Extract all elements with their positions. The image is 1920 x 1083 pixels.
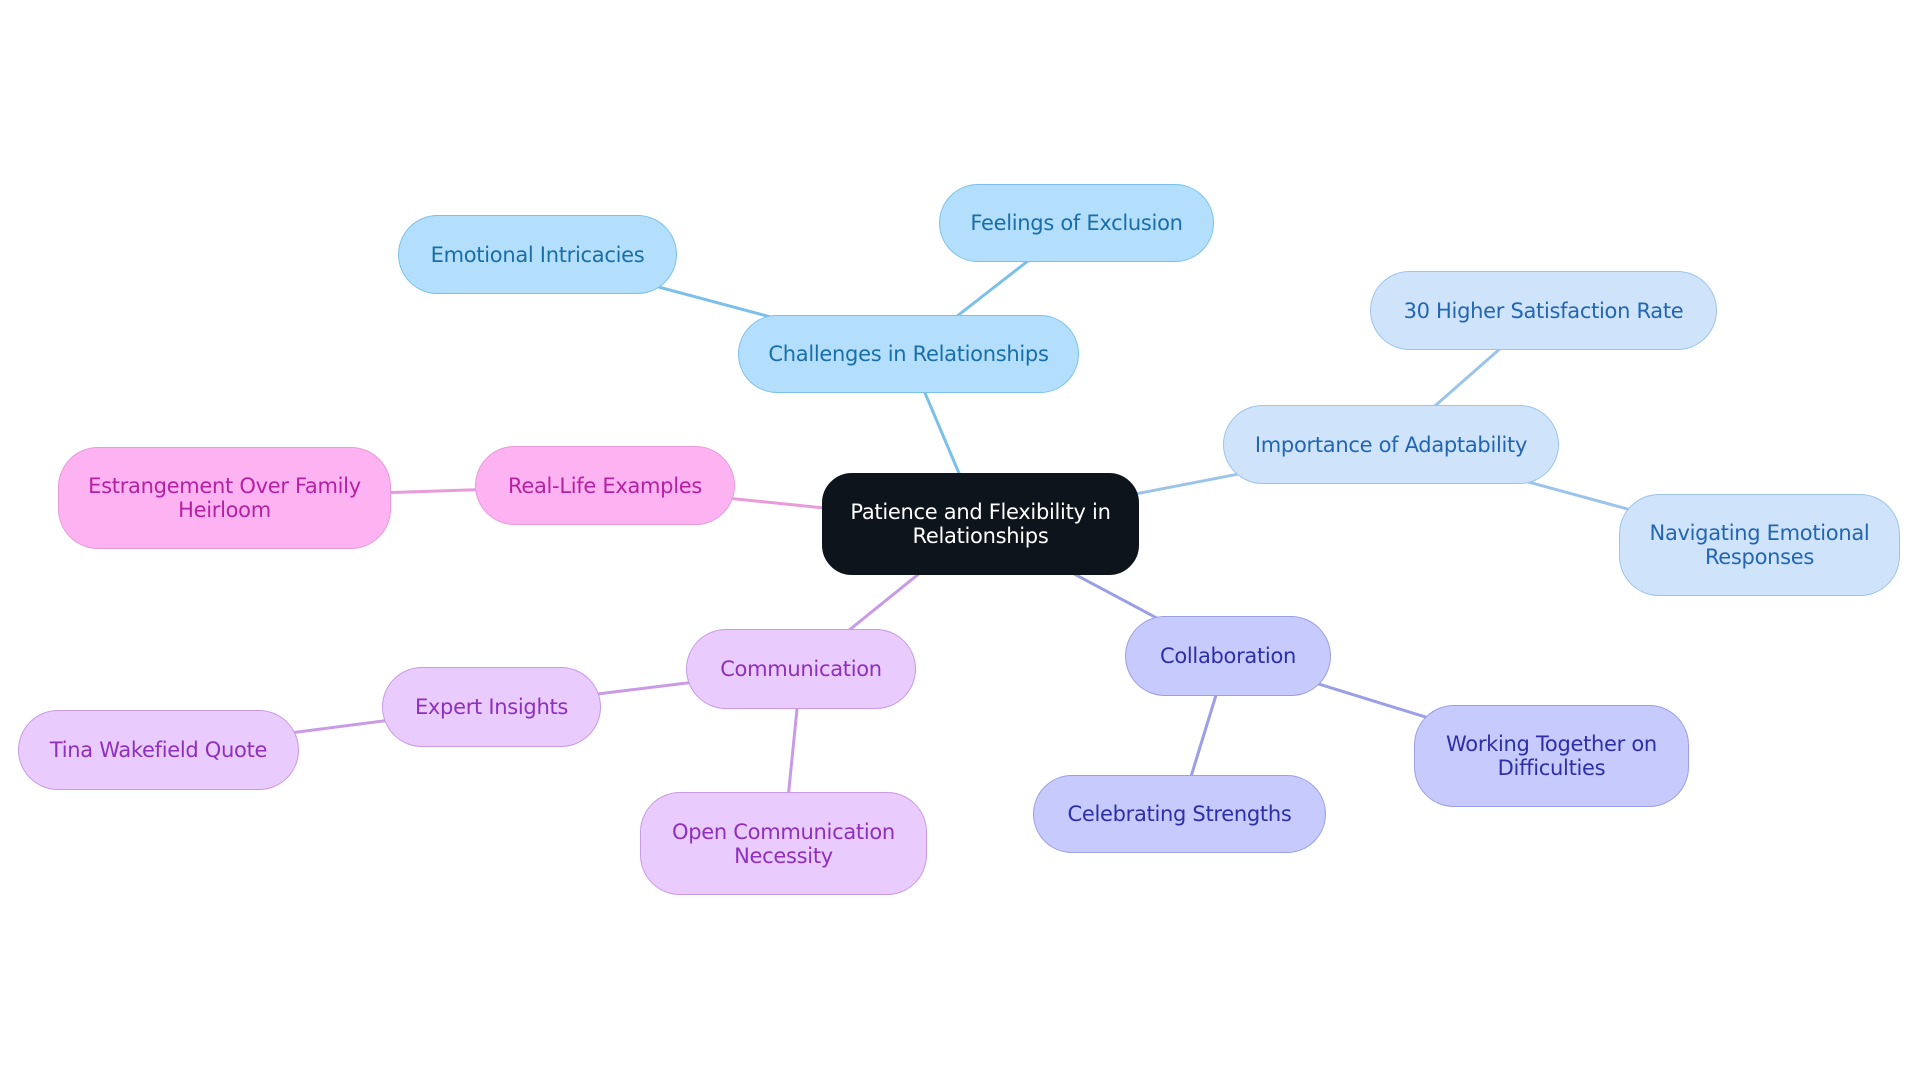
node-higher-satisfaction-rate[interactable]: 30 Higher Satisfaction Rate: [1370, 271, 1717, 350]
node-label: Tina Wakefield Quote: [49, 738, 268, 762]
root-node-label: Patience and Flexibility in Relationship…: [850, 500, 1111, 548]
node-label: Real-Life Examples: [507, 473, 703, 498]
node-challenges-in-relationships[interactable]: Challenges in Relationships: [738, 315, 1079, 393]
node-feelings-of-exclusion[interactable]: Feelings of Exclusion: [939, 184, 1214, 262]
node-collaboration[interactable]: Collaboration: [1125, 616, 1331, 696]
node-estrangement-over-family-heirloom[interactable]: Estrangement Over Family Heirloom: [58, 447, 391, 549]
node-importance-of-adaptability[interactable]: Importance of Adaptability: [1223, 405, 1559, 484]
node-celebrating-strengths[interactable]: Celebrating Strengths: [1033, 775, 1326, 853]
node-label: Communication: [720, 657, 882, 681]
node-working-together-on-difficulties[interactable]: Working Together on Difficulties: [1414, 705, 1689, 807]
node-label: Importance of Adaptability: [1254, 432, 1528, 457]
node-label: Working Together on Difficulties: [1446, 732, 1657, 780]
node-navigating-emotional-responses[interactable]: Navigating Emotional Responses: [1619, 494, 1900, 596]
node-label: Estrangement Over Family Heirloom: [88, 474, 361, 522]
node-label: Feelings of Exclusion: [970, 211, 1183, 235]
node-real-life-examples[interactable]: Real-Life Examples: [475, 446, 735, 525]
node-label: Navigating Emotional Responses: [1649, 521, 1870, 569]
mindmap-canvas: Patience and Flexibility in Relationship…: [0, 0, 1920, 1083]
node-communication[interactable]: Communication: [686, 629, 916, 709]
node-emotional-intricacies[interactable]: Emotional Intricacies: [398, 215, 677, 294]
node-label: Expert Insights: [414, 695, 569, 719]
node-label: Open Communication Necessity: [672, 819, 895, 868]
node-label: Celebrating Strengths: [1067, 802, 1292, 826]
node-label: Collaboration: [1159, 644, 1297, 668]
root-node[interactable]: Patience and Flexibility in Relationship…: [822, 473, 1139, 575]
node-label: 30 Higher Satisfaction Rate: [1403, 298, 1684, 323]
node-open-communication-necessity[interactable]: Open Communication Necessity: [640, 792, 927, 895]
node-tina-wakefield-quote[interactable]: Tina Wakefield Quote: [18, 710, 299, 790]
node-label: Challenges in Relationships: [768, 342, 1049, 366]
node-expert-insights[interactable]: Expert Insights: [382, 667, 601, 747]
node-label: Emotional Intricacies: [430, 242, 645, 267]
